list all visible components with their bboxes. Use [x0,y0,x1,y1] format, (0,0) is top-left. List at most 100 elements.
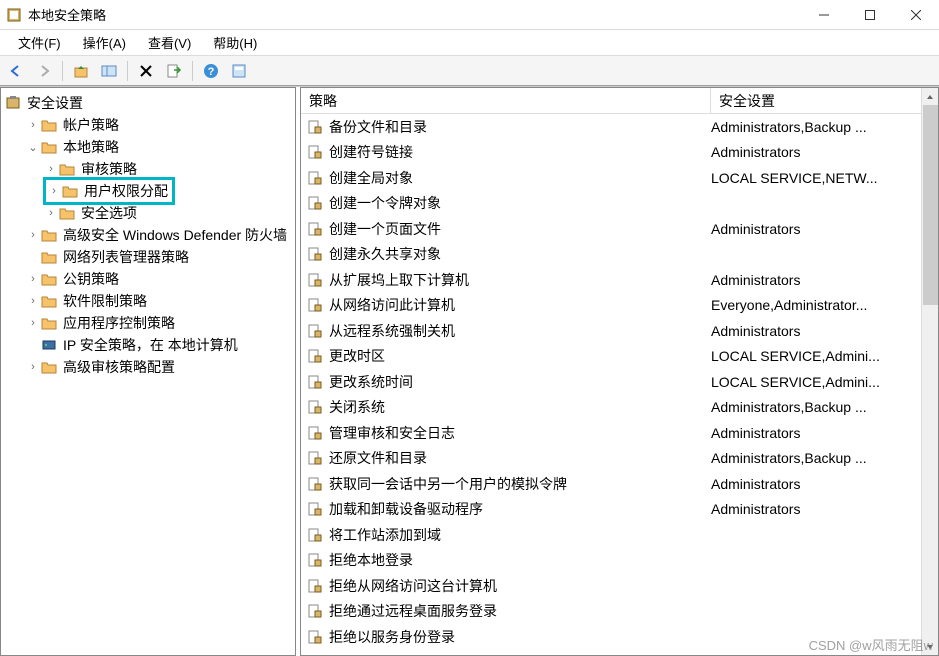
cell-policy: 管理审核和安全日志 [325,423,711,443]
expander-icon[interactable]: › [25,361,41,373]
cell-policy: 从扩展坞上取下计算机 [325,270,711,290]
tree-item[interactable]: 网络列表管理器策略 [3,246,293,268]
tree-root[interactable]: 安全设置 [3,92,293,114]
folder-icon [41,271,57,287]
tree-item[interactable]: › 用户权限分配 [3,180,293,202]
expander-icon[interactable]: › [25,229,41,241]
expander-icon[interactable]: ⌄ [25,141,41,154]
menu-action[interactable]: 操作(A) [73,31,136,54]
tree-item[interactable]: › 应用程序控制策略 [3,312,293,334]
list-row[interactable]: 关闭系统 Administrators,Backup ... [301,395,921,421]
list-header[interactable]: 策略 安全设置 [301,88,921,114]
cell-policy: 关闭系统 [325,397,711,417]
list-row[interactable]: 从扩展坞上取下计算机 Administrators [301,267,921,293]
list-row[interactable]: 管理审核和安全日志 Administrators [301,420,921,446]
policy-icon [305,527,325,543]
close-button[interactable] [893,0,939,29]
tree-item[interactable]: › 高级审核策略配置 [3,356,293,378]
tree-item[interactable]: ⌄ 本地策略 [3,136,293,158]
expander-icon[interactable]: › [25,273,41,285]
list-row[interactable]: 更改系统时间 LOCAL SERVICE,Admini... [301,369,921,395]
tree-item[interactable]: › 软件限制策略 [3,290,293,312]
cell-setting: Administrators,Backup ... [711,450,921,466]
policy-icon [305,629,325,645]
forward-button[interactable] [32,59,56,83]
list-row[interactable]: 从网络访问此计算机 Everyone,Administrator... [301,293,921,319]
list-row[interactable]: 创建一个页面文件 Administrators [301,216,921,242]
policy-icon [305,195,325,211]
list-row[interactable]: 创建一个令牌对象 [301,191,921,217]
scroll-track[interactable] [922,305,938,638]
cell-policy: 创建全局对象 [325,168,711,188]
cell-policy: 将工作站添加到域 [325,525,711,545]
list-row[interactable]: 将工作站添加到域 [301,522,921,548]
list-row[interactable]: 还原文件和目录 Administrators,Backup ... [301,446,921,472]
policy-icon [305,272,325,288]
cell-setting: Everyone,Administrator... [711,297,921,313]
tree-item[interactable]: IP 安全策略，在 本地计算机 [3,334,293,356]
cell-setting: Administrators [711,221,921,237]
cell-setting: Administrators,Backup ... [711,119,921,135]
show-hide-tree-button[interactable] [97,59,121,83]
maximize-button[interactable] [847,0,893,29]
expander-icon[interactable]: › [43,163,59,175]
list-row[interactable]: 获取同一会话中另一个用户的模拟令牌 Administrators [301,471,921,497]
list-row[interactable]: 拒绝通过远程桌面服务登录 [301,599,921,625]
policy-icon [305,119,325,135]
minimize-button[interactable] [801,0,847,29]
cell-setting: Administrators [711,501,921,517]
list-row[interactable]: 拒绝本地登录 [301,548,921,574]
list-row[interactable]: 创建永久共享对象 [301,242,921,268]
list-row[interactable]: 更改时区 LOCAL SERVICE,Admini... [301,344,921,370]
tree-pane[interactable]: 安全设置 › 帐户策略⌄ 本地策略› 审核策略› 用户权限分配› 安全选项› 高… [0,87,296,656]
folder-icon [59,205,75,221]
vertical-scrollbar[interactable] [921,88,938,655]
scroll-thumb[interactable] [923,105,938,305]
tree-label: 用户权限分配 [82,180,170,202]
folder-icon [41,117,57,133]
menu-view[interactable]: 查看(V) [138,31,201,54]
export-button[interactable] [162,59,186,83]
policy-icon [305,374,325,390]
expander-icon[interactable]: › [25,295,41,307]
help-button[interactable]: ? [199,59,223,83]
list-row[interactable]: 加载和卸载设备驱动程序 Administrators [301,497,921,523]
policy-icon [305,323,325,339]
delete-button[interactable] [134,59,158,83]
cell-policy: 拒绝本地登录 [325,550,711,570]
list-pane: 策略 安全设置 备份文件和目录 Administrators,Backup ..… [300,87,939,656]
svg-text:?: ? [208,66,215,78]
tree-item[interactable]: › 帐户策略 [3,114,293,136]
scroll-up-icon[interactable] [922,88,938,105]
tree-item[interactable]: › 高级安全 Windows Defender 防火墙 [3,224,293,246]
tree-item[interactable]: › 公钥策略 [3,268,293,290]
toolbar-separator [127,61,128,81]
back-button[interactable] [4,59,28,83]
toolbar-separator [192,61,193,81]
list-row[interactable]: 创建符号链接 Administrators [301,140,921,166]
cell-setting: Administrators [711,323,921,339]
list-body[interactable]: 备份文件和目录 Administrators,Backup ... 创建符号链接… [301,114,921,650]
folder-icon [41,139,57,155]
toolbar-separator [62,61,63,81]
menu-file[interactable]: 文件(F) [8,31,71,54]
expander-icon[interactable]: › [43,207,59,219]
refresh-button[interactable] [227,59,251,83]
list-row[interactable]: 备份文件和目录 Administrators,Backup ... [301,114,921,140]
expander-icon[interactable]: › [46,185,62,197]
app-icon [6,7,22,23]
column-policy[interactable]: 策略 [301,88,711,113]
menu-help[interactable]: 帮助(H) [203,31,267,54]
list-row[interactable]: 从远程系统强制关机 Administrators [301,318,921,344]
cell-policy: 更改系统时间 [325,372,711,392]
policy-icon [305,297,325,313]
list-row[interactable]: 拒绝从网络访问这台计算机 [301,573,921,599]
cell-policy: 从网络访问此计算机 [325,295,711,315]
expander-icon[interactable]: › [25,119,41,131]
list-row[interactable]: 创建全局对象 LOCAL SERVICE,NETW... [301,165,921,191]
column-setting[interactable]: 安全设置 [711,88,921,113]
expander-icon[interactable]: › [25,317,41,329]
folder-icon [41,315,57,331]
up-button[interactable] [69,59,93,83]
tree-item[interactable]: › 安全选项 [3,202,293,224]
